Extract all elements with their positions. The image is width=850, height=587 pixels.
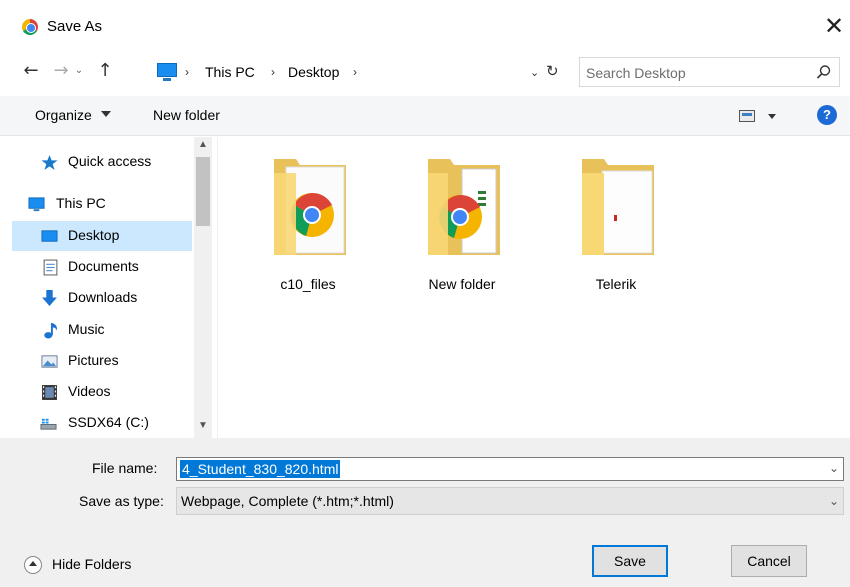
pictures-icon [41,355,58,368]
file-list: c10_files New folder Telerik [217,137,850,438]
file-item-label: New folder [428,276,496,292]
sidebar-item-quick-access[interactable]: Quick access [12,147,192,177]
view-options-icon[interactable] [739,110,755,122]
navigation-pane: Quick access This PC Desktop Documents D… [12,137,217,438]
navigation-bar: ← → ⌄ ↑ › This PC › Desktop › ⌄ ↻ [0,52,850,90]
sidebar-item-label: Pictures [68,352,119,368]
sidebar-item-label: Music [68,321,105,337]
breadcrumb-desktop[interactable]: Desktop [288,64,339,80]
file-name-value[interactable]: 4_Student_830_820.html [180,460,341,478]
breadcrumb-separator[interactable]: › [271,65,275,79]
folder-icon [582,159,654,255]
videos-icon [42,385,57,400]
close-button[interactable]: ✕ [820,12,848,40]
drive-icon [40,418,57,430]
chevron-down-icon[interactable]: ⌄ [829,461,839,475]
back-button[interactable]: ← [20,56,42,86]
sidebar-item-ssdx64[interactable]: SSDX64 (C:) [12,408,192,438]
forward-button[interactable]: → [50,56,72,86]
file-name-label: File name: [92,460,158,476]
sidebar-item-downloads[interactable]: Downloads [12,283,192,313]
organize-button[interactable]: Organize [35,107,92,123]
search-input[interactable] [586,63,806,83]
new-folder-button[interactable]: New folder [153,107,220,123]
computer-icon [28,197,45,212]
command-toolbar: Organize New folder ? [0,96,850,136]
help-button[interactable]: ? [817,105,837,125]
file-item-new-folder[interactable]: New folder [412,151,512,301]
file-item-c10-files[interactable]: c10_files [258,151,358,301]
search-icon[interactable] [816,64,832,80]
breadcrumb-this-pc[interactable]: This PC [205,64,255,80]
window-title: Save As [47,18,103,35]
save-button[interactable]: Save [592,545,668,577]
chevron-up-icon [24,556,42,574]
sidebar-item-label: Documents [68,258,139,274]
music-icon [44,323,57,339]
address-dropdown-button[interactable]: ⌄ [530,66,539,79]
downloads-icon [42,290,57,306]
file-name-field[interactable]: 4_Student_830_820.html ⌄ [176,457,844,481]
address-bar[interactable]: › This PC › Desktop › ⌄ ↻ [152,57,570,87]
sidebar-item-label: Desktop [68,227,120,243]
chevron-down-icon[interactable] [101,111,111,117]
star-icon [41,155,58,170]
file-item-label: c10_files [280,276,336,292]
recent-locations-button[interactable]: ⌄ [72,56,86,86]
sidebar-item-this-pc[interactable]: This PC [12,189,192,219]
sidebar-item-videos[interactable]: Videos [12,377,192,407]
chevron-down-icon[interactable]: ⌄ [829,494,839,508]
scroll-down-button[interactable]: ▼ [194,420,212,436]
documents-icon [43,259,58,276]
sidebar-item-documents[interactable]: Documents [12,252,192,282]
hide-folders-button[interactable]: Hide Folders [24,554,154,576]
navigation-scrollbar[interactable]: ▲ ▼ [194,137,212,438]
title-bar: Save As ✕ [0,0,850,46]
folder-chrome-icon [274,159,346,255]
sidebar-item-pictures[interactable]: Pictures [12,346,192,376]
refresh-button[interactable]: ↻ [546,62,559,80]
sidebar-item-music[interactable]: Music [12,315,192,345]
hide-folders-label: Hide Folders [52,556,132,572]
scroll-thumb[interactable] [196,157,210,226]
breadcrumb-separator[interactable]: › [185,65,189,79]
save-type-select[interactable]: Webpage, Complete (*.htm;*.html) ⌄ [176,487,844,515]
chrome-app-icon [22,19,38,35]
sidebar-item-label: Downloads [68,289,138,305]
scroll-up-button[interactable]: ▲ [194,139,212,155]
cancel-button[interactable]: Cancel [731,545,807,577]
search-box [579,57,840,87]
save-type-value: Webpage, Complete (*.htm;*.html) [181,493,394,509]
save-type-label: Save as type: [79,493,164,509]
file-item-label: Telerik [595,276,637,292]
breadcrumb-separator[interactable]: › [353,65,357,79]
sidebar-item-label: Quick access [68,153,152,169]
folder-chrome-doc-icon [428,159,500,255]
up-button[interactable]: ↑ [94,56,116,86]
sidebar-item-desktop[interactable]: Desktop [12,221,192,251]
desktop-icon [41,230,58,242]
sidebar-item-label: Videos [68,383,111,399]
file-item-telerik[interactable]: Telerik [566,151,666,301]
chevron-down-icon[interactable] [768,114,776,119]
computer-icon [157,63,177,81]
save-options-panel: File name: 4_Student_830_820.html ⌄ Save… [0,438,850,587]
sidebar-item-label: This PC [56,195,106,211]
sidebar-item-label: SSDX64 (C:) [68,414,149,430]
